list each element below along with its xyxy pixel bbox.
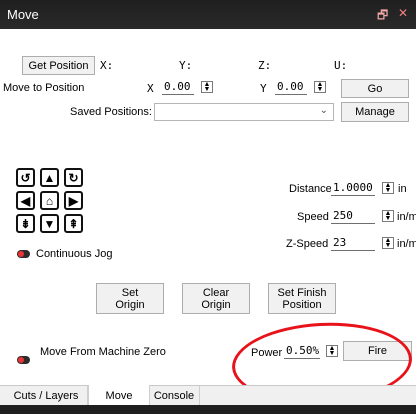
continuous-jog-toggle[interactable] [17, 250, 30, 258]
set-origin-line1: Set [121, 286, 139, 299]
restore-icon[interactable]: 🗗 [377, 6, 388, 27]
distance-spinner[interactable]: ▲ ▼ [382, 182, 394, 194]
z-up-icon[interactable]: ⇞ [64, 214, 83, 233]
u-readout-label: U: [334, 59, 348, 72]
tab-cuts-layers[interactable]: Cuts / Layers [5, 386, 88, 406]
speed-spinner[interactable]: ▲ ▼ [382, 210, 394, 222]
get-position-button[interactable]: Get Position [22, 56, 95, 75]
speed-label: Speed [297, 211, 329, 223]
arrow-down-icon[interactable]: ▼ [40, 214, 59, 233]
go-button[interactable]: Go [341, 79, 409, 98]
tab-move[interactable]: Move [88, 385, 150, 406]
arrow-up-icon[interactable]: ▲ [40, 168, 59, 187]
arrow-left-icon[interactable]: ◀ [16, 191, 35, 210]
saved-positions-label: Saved Positions: [70, 106, 152, 118]
distance-unit: in [398, 183, 407, 195]
x-readout-label: X: [100, 59, 114, 72]
z-down-icon[interactable]: ⇟ [16, 214, 35, 233]
z-speed-unit: in/m [397, 238, 416, 250]
move-from-machine-zero-toggle[interactable] [17, 356, 30, 364]
continuous-jog-label: Continuous Jog [36, 248, 113, 260]
window-title: Move [7, 7, 39, 22]
z-speed-label: Z-Speed [286, 238, 329, 250]
set-finish-position-button[interactable]: Set Finish Position [268, 283, 336, 314]
jog-pad: ↺ ▲ ↻ ◀ ⌂ ▶ ⇟ ▼ ⇞ [16, 168, 88, 236]
arrow-right-icon[interactable]: ▶ [64, 191, 83, 210]
title-bar: Move 🗗 ✕ [0, 0, 416, 29]
rotate-cw-icon[interactable]: ↻ [64, 168, 83, 187]
z-readout-label: Z: [258, 59, 272, 72]
clear-origin-line2: Origin [201, 298, 231, 311]
move-x-label: X [147, 82, 154, 95]
tab-console[interactable]: Console [149, 386, 200, 406]
chevron-down-icon: ⌄ [319, 105, 328, 116]
clear-origin-button[interactable]: Clear Origin [182, 283, 250, 314]
move-y-input[interactable]: 0.00 [275, 80, 307, 95]
move-to-position-label: Move to Position [3, 82, 85, 94]
move-x-input[interactable]: 0.00 [162, 80, 194, 95]
z-speed-spinner[interactable]: ▲ ▼ [382, 237, 394, 249]
manage-button[interactable]: Manage [341, 102, 409, 122]
z-speed-input[interactable]: 23 [331, 236, 375, 251]
saved-positions-select[interactable]: ⌄ [154, 103, 334, 121]
set-origin-line2: Origin [115, 298, 145, 311]
y-readout-label: Y: [179, 59, 193, 72]
move-from-machine-zero-label: Move From Machine Zero [40, 346, 166, 358]
rotate-ccw-icon[interactable]: ↺ [16, 168, 35, 187]
set-finish-line2: Position [282, 298, 322, 311]
clear-origin-line1: Clear [202, 286, 230, 299]
move-y-label: Y [260, 82, 267, 95]
distance-label: Distance [289, 183, 332, 195]
bottom-strip [0, 405, 416, 414]
home-icon[interactable]: ⌂ [40, 191, 59, 210]
move-y-spinner[interactable]: ▲ ▼ [314, 81, 326, 93]
speed-unit: in/m [397, 211, 416, 223]
move-x-spinner[interactable]: ▲ ▼ [201, 81, 213, 93]
close-icon[interactable]: ✕ [398, 6, 408, 20]
set-origin-button[interactable]: Set Origin [96, 283, 164, 314]
distance-input[interactable]: 1.0000 [331, 181, 375, 196]
set-finish-line1: Set Finish [277, 286, 327, 299]
speed-input[interactable]: 250 [331, 209, 375, 224]
tab-bar: Cuts / Layers Move Console [0, 385, 416, 406]
